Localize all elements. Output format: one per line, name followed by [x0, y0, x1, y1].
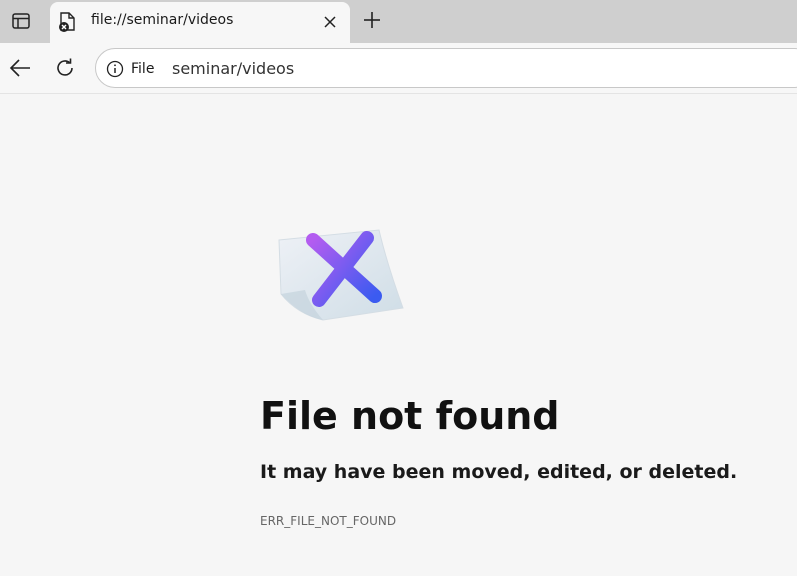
close-icon — [324, 16, 336, 28]
navigation-toolbar: File seminar/videos — [0, 43, 797, 93]
sidebar-toggle-icon — [12, 13, 30, 29]
address-bar[interactable]: File seminar/videos — [95, 48, 797, 88]
site-info-label: File — [131, 61, 155, 77]
tab-close-button[interactable] — [320, 12, 340, 32]
url-text[interactable]: seminar/videos — [172, 59, 294, 78]
back-arrow-icon — [9, 59, 30, 77]
info-icon — [106, 60, 124, 78]
error-page: File not found It may have been moved, e… — [0, 93, 797, 576]
file-x-illustration — [278, 229, 404, 321]
error-title: File not found — [260, 394, 560, 438]
error-subtitle: It may have been moved, edited, or delet… — [260, 461, 738, 483]
back-button[interactable] — [5, 53, 35, 83]
tab-strip: file://seminar/videos — [0, 0, 797, 43]
active-tab[interactable]: file://seminar/videos — [50, 2, 350, 43]
file-error-icon — [59, 12, 75, 32]
new-tab-button[interactable] — [358, 6, 386, 34]
reload-button[interactable] — [50, 53, 80, 83]
site-info-button[interactable]: File — [106, 59, 154, 79]
reload-icon — [57, 58, 73, 76]
tab-title: file://seminar/videos — [91, 12, 234, 28]
error-code: ERR_FILE_NOT_FOUND — [260, 514, 397, 528]
plus-icon — [364, 12, 380, 28]
sidebar-toggle-button[interactable] — [4, 4, 38, 38]
